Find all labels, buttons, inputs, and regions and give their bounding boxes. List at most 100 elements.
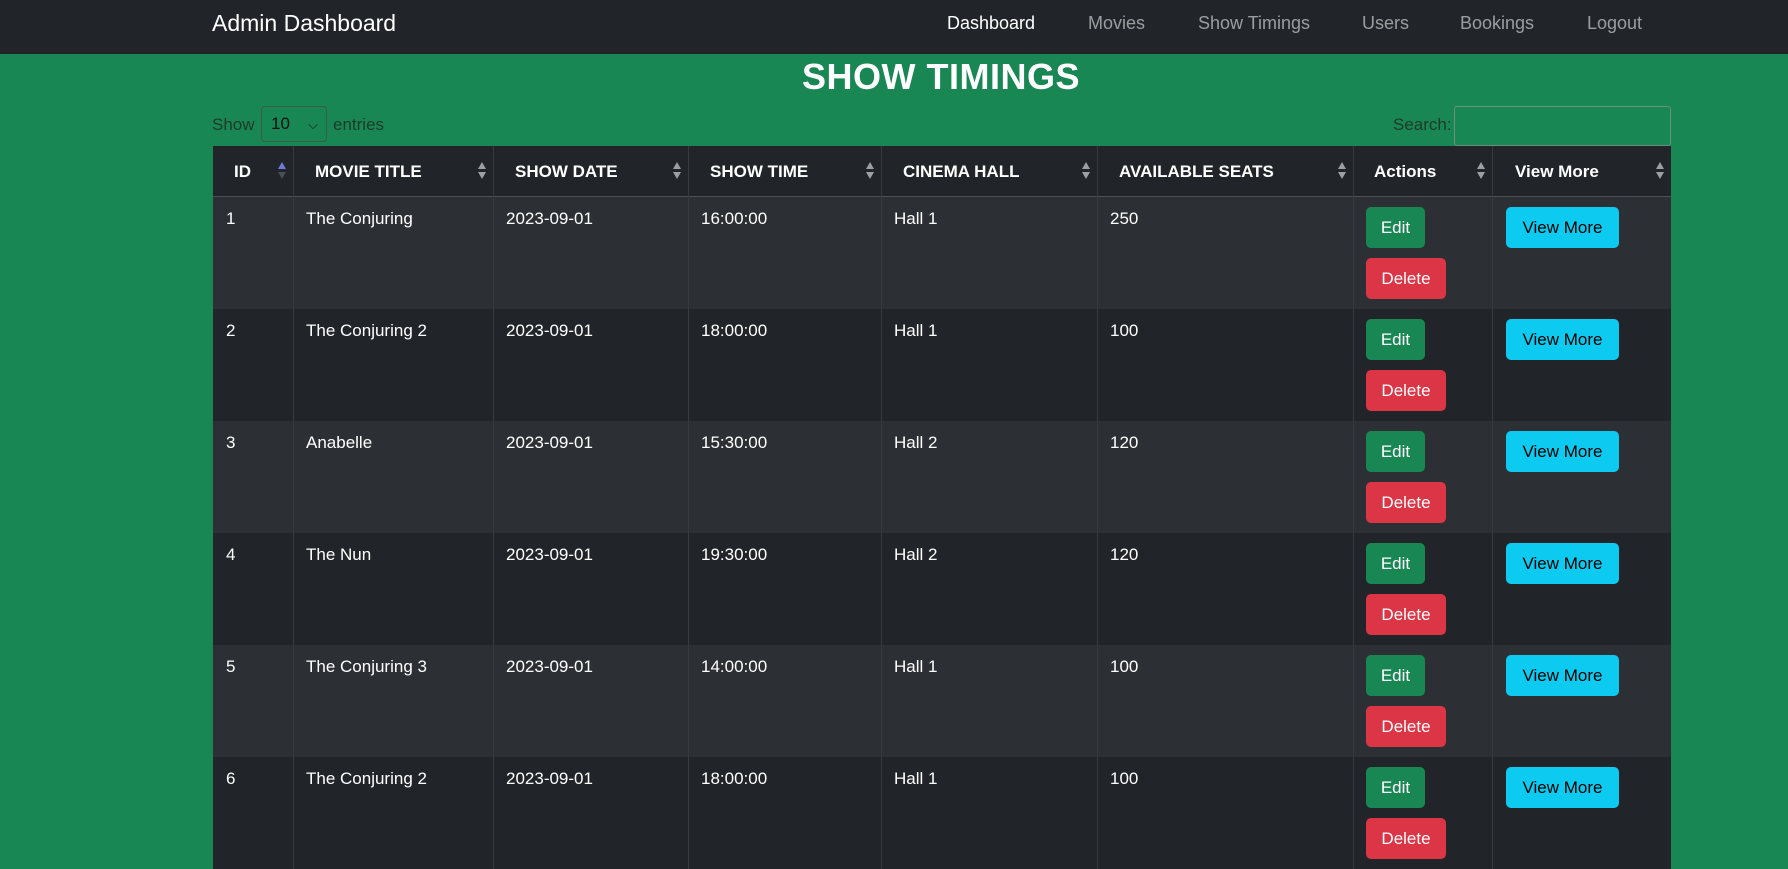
cell-show-time-value: 14:00:00: [701, 657, 768, 676]
column-header-label: AVAILABLE SEATS: [1119, 162, 1274, 181]
edit-button[interactable]: Edit: [1366, 431, 1425, 472]
cell-cinema-hall: Hall 1: [882, 309, 1098, 421]
navbar: Admin Dashboard Dashboard Movies Show Ti…: [0, 0, 1788, 54]
sort-icon: [673, 162, 682, 182]
table-header: ID MOVIE TITLE SHOW DATE SHOW TIME CINEM…: [213, 146, 1671, 197]
view-more-button[interactable]: View More: [1506, 543, 1619, 584]
sort-icon: [1477, 162, 1486, 182]
cell-show-time-value: 15:30:00: [701, 433, 768, 452]
length-entries-label: entries: [333, 115, 385, 134]
entries-length-select[interactable]: 10 ⌵: [261, 106, 327, 142]
column-header-label: CINEMA HALL: [903, 162, 1020, 181]
cell-id: 5: [213, 645, 294, 757]
sort-icon: [1082, 162, 1091, 182]
cell-view-more: View More: [1493, 421, 1671, 533]
cell-actions: Edit Delete: [1354, 309, 1493, 421]
cell-available-seats-value: 120: [1110, 545, 1139, 564]
cell-available-seats-value: 250: [1110, 209, 1139, 228]
table-row: 1 The Conjuring 2023-09-01 16:00:00 Hall 1 25…: [213, 197, 1671, 309]
table-row: 4 The Nun 2023-09-01 19:30:00 Hall 2 120 Edit D…: [213, 533, 1671, 645]
cell-view-more: View More: [1493, 533, 1671, 645]
cell-actions: Edit Delete: [1354, 197, 1493, 309]
cell-id-value: 1: [226, 209, 236, 228]
edit-button[interactable]: Edit: [1366, 767, 1425, 808]
table-row: 3 Anabelle 2023-09-01 15:30:00 Hall 2 120 Edit…: [213, 421, 1671, 533]
column-header-label: ID: [234, 162, 251, 181]
cell-id-value: 4: [226, 545, 236, 564]
column-header-show-date[interactable]: SHOW DATE: [494, 146, 689, 197]
nav-item-logout[interactable]: Logout: [1587, 12, 1642, 34]
cell-movie-title: The Nun: [294, 533, 494, 645]
column-header-id[interactable]: ID: [213, 146, 294, 197]
delete-button[interactable]: Delete: [1366, 370, 1446, 411]
view-more-button[interactable]: View More: [1506, 767, 1619, 808]
cell-cinema-hall-value: Hall 1: [894, 769, 938, 788]
cell-show-date-value: 2023-09-01: [506, 657, 593, 676]
nav-item-movies[interactable]: Movies: [1088, 12, 1145, 34]
column-header-available-seats[interactable]: AVAILABLE SEATS: [1098, 146, 1354, 197]
cell-show-date-value: 2023-09-01: [506, 769, 593, 788]
search-input[interactable]: [1454, 106, 1671, 146]
cell-available-seats: 100: [1098, 309, 1354, 421]
cell-id-value: 6: [226, 769, 236, 788]
nav-item-dashboard[interactable]: Dashboard: [947, 12, 1035, 34]
cell-actions: Edit Delete: [1354, 757, 1493, 869]
cell-show-date: 2023-09-01: [494, 421, 689, 533]
view-more-button[interactable]: View More: [1506, 655, 1619, 696]
cell-actions: Edit Delete: [1354, 421, 1493, 533]
navbar-brand[interactable]: Admin Dashboard: [212, 10, 396, 36]
cell-show-time-value: 16:00:00: [701, 209, 768, 228]
cell-cinema-hall: Hall 2: [882, 533, 1098, 645]
delete-button[interactable]: Delete: [1366, 706, 1446, 747]
cell-movie-title-value: The Nun: [306, 545, 372, 564]
cell-show-time: 18:00:00: [689, 757, 882, 869]
edit-button[interactable]: Edit: [1366, 543, 1425, 584]
column-header-label: SHOW TIME: [710, 162, 809, 181]
column-header-actions[interactable]: Actions: [1354, 146, 1493, 197]
edit-button[interactable]: Edit: [1366, 655, 1425, 696]
length-show-label: Show: [212, 115, 255, 134]
cell-id: 4: [213, 533, 294, 645]
cell-cinema-hall: Hall 1: [882, 757, 1098, 869]
view-more-button[interactable]: View More: [1506, 431, 1619, 472]
view-more-button[interactable]: View More: [1506, 319, 1619, 360]
nav-item-show-timings[interactable]: Show Timings: [1198, 12, 1310, 34]
nav-item-bookings[interactable]: Bookings: [1460, 12, 1534, 34]
delete-button[interactable]: Delete: [1366, 258, 1446, 299]
cell-show-date: 2023-09-01: [494, 645, 689, 757]
cell-show-time: 19:30:00: [689, 533, 882, 645]
column-header-label: View More: [1515, 162, 1599, 181]
nav-item-users[interactable]: Users: [1362, 12, 1409, 34]
cell-id: 3: [213, 421, 294, 533]
cell-show-date: 2023-09-01: [494, 309, 689, 421]
cell-actions: Edit Delete: [1354, 533, 1493, 645]
column-header-cinema-hall[interactable]: CINEMA HALL: [882, 146, 1098, 197]
cell-movie-title-value: The Conjuring 3: [306, 657, 427, 676]
cell-movie-title: Anabelle: [294, 421, 494, 533]
column-header-view-more[interactable]: View More: [1493, 146, 1671, 197]
cell-cinema-hall-value: Hall 1: [894, 321, 938, 340]
cell-movie-title: The Conjuring 3: [294, 645, 494, 757]
column-header-show-time[interactable]: SHOW TIME: [689, 146, 882, 197]
cell-available-seats: 100: [1098, 757, 1354, 869]
cell-available-seats-value: 100: [1110, 321, 1139, 340]
table-row: 2 The Conjuring 2 2023-09-01 18:00:00 Hall 1…: [213, 309, 1671, 421]
cell-show-time-value: 19:30:00: [701, 545, 768, 564]
column-header-movie-title[interactable]: MOVIE TITLE: [294, 146, 494, 197]
cell-actions: Edit Delete: [1354, 645, 1493, 757]
cell-cinema-hall-value: Hall 2: [894, 433, 938, 452]
cell-movie-title-value: The Conjuring 2: [306, 769, 427, 788]
delete-button[interactable]: Delete: [1366, 818, 1446, 859]
search-label: Search:: [1393, 115, 1452, 134]
show-timings-table: ID MOVIE TITLE SHOW DATE SHOW TIME CINEM…: [213, 146, 1671, 869]
delete-button[interactable]: Delete: [1366, 482, 1446, 523]
column-header-label: Actions: [1374, 162, 1437, 181]
view-more-button[interactable]: View More: [1506, 207, 1619, 248]
cell-show-date-value: 2023-09-01: [506, 321, 593, 340]
delete-button[interactable]: Delete: [1366, 594, 1446, 635]
edit-button[interactable]: Edit: [1366, 207, 1425, 248]
cell-show-time: 15:30:00: [689, 421, 882, 533]
sort-icon: [1656, 162, 1665, 182]
column-header-label: SHOW DATE: [515, 162, 618, 181]
edit-button[interactable]: Edit: [1366, 319, 1425, 360]
